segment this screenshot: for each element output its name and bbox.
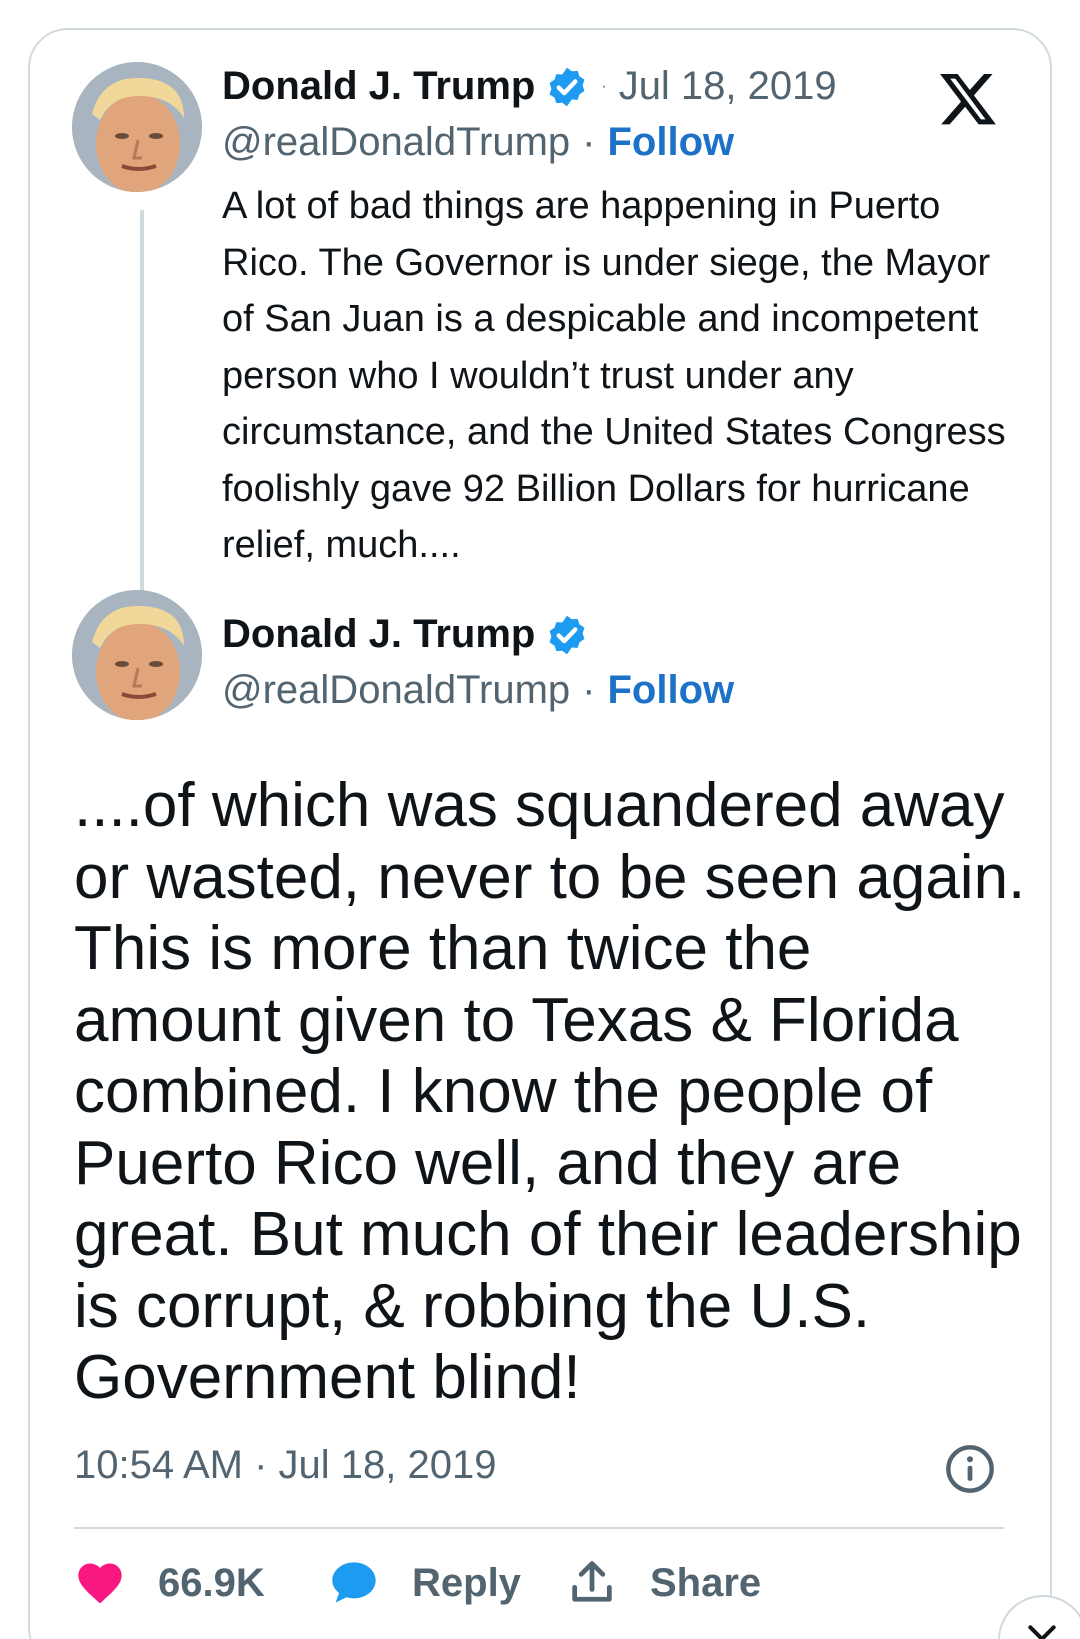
share-upload-icon	[566, 1557, 618, 1609]
thread-connector-line	[140, 210, 144, 595]
avatar[interactable]	[72, 62, 202, 192]
separator-dot: ·	[582, 120, 596, 164]
author-handle[interactable]: @realDonaldTrump	[222, 668, 570, 713]
reply-button[interactable]: Reply	[328, 1557, 521, 1609]
heart-icon	[74, 1557, 126, 1609]
author-handle[interactable]: @realDonaldTrump	[222, 120, 570, 165]
x-logo-icon[interactable]	[936, 68, 1000, 130]
author-name[interactable]: Donald J. Trump	[222, 64, 535, 109]
author-name[interactable]: Donald J. Trump	[222, 612, 535, 657]
tweet-2-header: Donald J. Trump	[222, 612, 589, 657]
like-button[interactable]: 66.9K	[74, 1557, 265, 1609]
tweet-date[interactable]: Jul 18, 2019	[619, 64, 837, 109]
follow-button[interactable]: Follow	[607, 120, 734, 165]
reply-bubble-icon	[328, 1557, 380, 1609]
avatar-image	[72, 62, 202, 192]
tweet-2-text: ....of which was squandered away or wast…	[74, 771, 1026, 1412]
reply-label: Reply	[412, 1560, 521, 1605]
separator-dot: ·	[601, 77, 607, 95]
avatar[interactable]	[72, 590, 202, 720]
verified-badge-icon	[545, 65, 589, 109]
verified-badge-icon	[545, 613, 589, 657]
follow-button[interactable]: Follow	[607, 668, 734, 713]
tweet-actions-bar: 66.9K Reply Share	[74, 1557, 1004, 1617]
tweet-1-text: A lot of bad things are happening in Pue…	[222, 185, 1006, 566]
separator-dot: ·	[582, 668, 596, 712]
share-label: Share	[650, 1560, 762, 1605]
share-button[interactable]: Share	[566, 1557, 761, 1609]
tweet-timestamp[interactable]: 10:54 AM · Jul 18, 2019	[74, 1443, 497, 1488]
divider	[74, 1527, 1004, 1529]
close-icon	[1028, 1625, 1056, 1639]
like-count: 66.9K	[158, 1560, 265, 1605]
tweet-1-header: Donald J. Trump · Jul 18, 2019	[222, 64, 837, 109]
info-icon[interactable]	[944, 1443, 996, 1495]
tweet-2-handle-row: @realDonaldTrump · Follow	[222, 668, 734, 713]
avatar-image	[72, 590, 202, 720]
tweet-1-handle-row: @realDonaldTrump · Follow	[222, 120, 734, 165]
